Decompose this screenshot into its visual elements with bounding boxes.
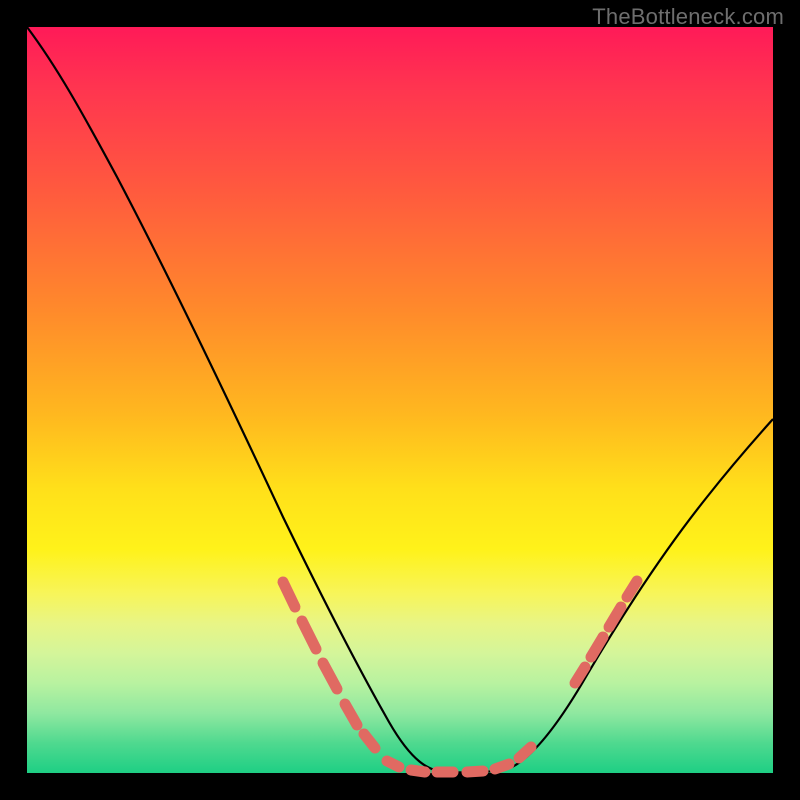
curve-path	[27, 27, 773, 772]
chart-frame: TheBottleneck.com	[0, 0, 800, 800]
marker-cluster-right	[575, 581, 637, 683]
chart-svg	[27, 27, 773, 773]
marker-cluster-left	[283, 582, 375, 748]
watermark-text: TheBottleneck.com	[592, 4, 784, 30]
